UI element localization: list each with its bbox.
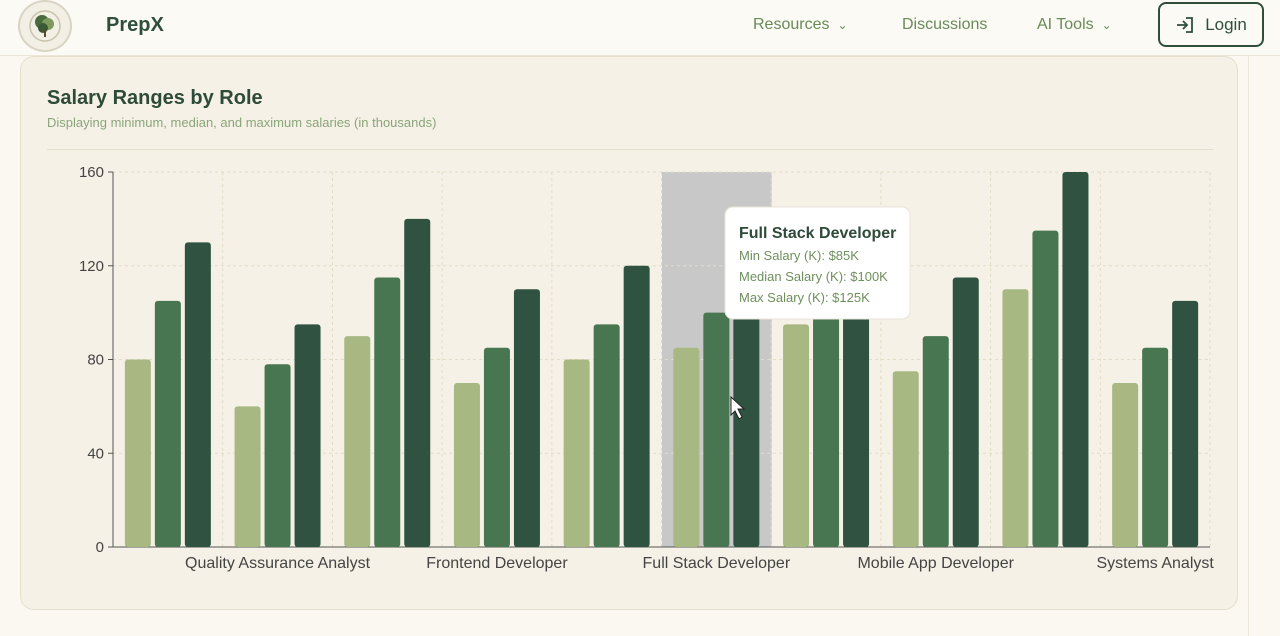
bar-median[interactable] <box>264 364 291 547</box>
x-tick-label: Mobile App Developer <box>857 555 1014 572</box>
bar-min[interactable] <box>1112 382 1139 547</box>
bar-max[interactable] <box>1172 300 1199 547</box>
y-tick-label: 40 <box>87 445 104 462</box>
bar-max[interactable] <box>1062 172 1089 547</box>
bar-min[interactable] <box>783 324 810 547</box>
x-tick-label: Systems Analyst <box>1096 555 1214 572</box>
bar-max[interactable] <box>294 324 321 547</box>
x-tick-label: Full Stack Developer <box>643 555 791 572</box>
y-tick-label: 160 <box>79 164 104 181</box>
bar-median[interactable] <box>374 277 401 547</box>
bar-min[interactable] <box>1002 289 1029 547</box>
chart-tooltip: Full Stack Developer Min Salary (K): $85K… <box>724 206 911 320</box>
tooltip-line: Min Salary (K): $85K <box>739 248 859 263</box>
x-tick-label: Quality Assurance Analyst <box>185 555 371 572</box>
y-tick-label: 120 <box>79 258 104 275</box>
bar-min[interactable] <box>892 371 919 547</box>
bar-min[interactable] <box>234 406 261 547</box>
bar-median[interactable] <box>483 347 510 547</box>
bar-max[interactable] <box>952 277 979 547</box>
tooltip-title: Full Stack Developer <box>739 225 896 242</box>
y-tick-label: 0 <box>96 539 104 556</box>
bar-max[interactable] <box>623 265 650 547</box>
y-tick-label: 80 <box>87 352 104 369</box>
tooltip-line: Median Salary (K): $100K <box>739 269 888 284</box>
salary-bar-chart[interactable]: 0 40 80 120 160 Quality Assurance Analyst Fron… <box>0 0 1280 636</box>
bar-min[interactable] <box>563 359 590 548</box>
bar-min[interactable] <box>344 336 371 547</box>
scrollbar-track[interactable] <box>1248 56 1262 636</box>
bar-median[interactable] <box>593 324 620 547</box>
bar-median[interactable] <box>922 336 949 547</box>
bar-min[interactable] <box>453 382 480 547</box>
tooltip-line: Max Salary (K): $125K <box>739 290 870 305</box>
bar-min[interactable] <box>673 347 700 547</box>
x-tick-label: Frontend Developer <box>426 555 568 572</box>
bar-median[interactable] <box>703 312 730 547</box>
bar-max[interactable] <box>404 218 431 547</box>
bar-median[interactable] <box>1032 230 1059 547</box>
bar-max[interactable] <box>184 242 211 547</box>
bar-median[interactable] <box>1142 347 1169 547</box>
bar-median[interactable] <box>154 300 181 547</box>
bar-min[interactable] <box>124 359 151 548</box>
bar-max[interactable] <box>513 289 540 547</box>
